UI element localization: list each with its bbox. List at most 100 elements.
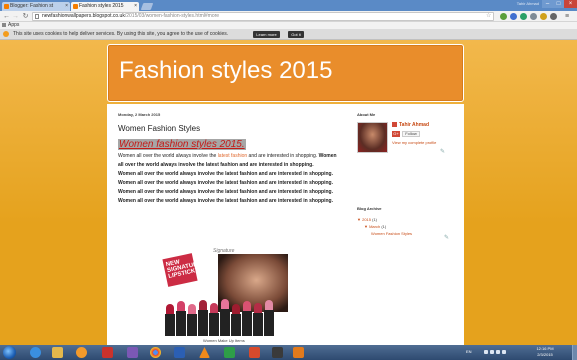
content-area: Monday, 2 March 2015 Women Fashion Style… — [107, 104, 464, 345]
triangle-down-icon: ▼ — [364, 224, 368, 229]
language-indicator[interactable]: EN — [466, 349, 472, 354]
blog-header: Fashion styles 2015 — [107, 44, 464, 102]
lipstick — [231, 304, 241, 336]
blog-archive-title: Blog Archive — [357, 206, 382, 211]
extension-icon[interactable] — [510, 13, 517, 20]
body-line: Women all over the world always involve … — [118, 180, 333, 187]
cookie-notice: This site uses cookies to help deliver s… — [0, 29, 577, 40]
page-icon — [35, 14, 39, 19]
bookmark-star-icon[interactable]: ☆ — [486, 12, 491, 21]
xampp-icon[interactable] — [293, 347, 304, 358]
extension-icon[interactable] — [540, 13, 547, 20]
wrench-icon[interactable]: ✎ — [440, 149, 446, 155]
extension-icon[interactable] — [520, 13, 527, 20]
blogger-icon — [73, 4, 78, 9]
avatar[interactable] — [357, 122, 388, 153]
word-icon[interactable] — [174, 347, 185, 358]
forward-button[interactable]: → — [11, 12, 20, 21]
archive-month[interactable]: ▼ March (1) — [364, 224, 386, 229]
tab-blogger[interactable]: Blogger: Fashion st × — [2, 2, 70, 11]
volume-icon[interactable] — [496, 350, 500, 354]
clock[interactable]: 12:16 PM 2/3/2015 — [530, 346, 560, 358]
latest-fashion-link[interactable]: latest fashion — [218, 153, 247, 159]
app-icon[interactable] — [249, 347, 260, 358]
apps-link[interactable]: Apps — [8, 22, 19, 28]
lipstick — [220, 299, 230, 336]
wrench-icon[interactable]: ✎ — [444, 235, 450, 241]
vlc-icon[interactable] — [199, 347, 210, 358]
chrome-icon[interactable] — [150, 347, 161, 358]
extension-icon[interactable] — [500, 13, 507, 20]
blogger-icon — [4, 4, 9, 9]
about-me-title: About Me — [357, 112, 376, 117]
start-button[interactable] — [3, 346, 16, 359]
intro-text: Women all over the world always involve … — [118, 153, 218, 159]
google-plus-icon — [392, 122, 397, 127]
archive-year[interactable]: ▼ 2015 (1) — [357, 217, 377, 222]
tray-icon[interactable] — [484, 350, 488, 354]
follow-button[interactable]: Follow — [402, 131, 420, 137]
url-path: /2015/03/women-fashion-styles.html#more — [124, 13, 220, 19]
app-icon[interactable] — [272, 347, 283, 358]
show-desktop-button[interactable] — [572, 345, 577, 360]
close-window-button[interactable]: × — [564, 0, 577, 8]
archive-month-label[interactable]: March — [369, 224, 380, 229]
lipstick — [242, 301, 252, 336]
lipstick — [176, 301, 186, 336]
filezilla-icon[interactable] — [102, 347, 113, 358]
lipstick — [165, 304, 175, 336]
minimize-button[interactable]: – — [542, 0, 553, 8]
archive-month-count: (1) — [381, 224, 387, 229]
intro-text: and are interested in shopping. — [247, 153, 318, 159]
lipstick — [198, 300, 208, 336]
blog-title[interactable]: Fashion styles 2015 — [119, 57, 332, 85]
post-heading: Women fashion styles 2015. — [118, 139, 246, 150]
browser-toolbar: ← → ↻ newfashionwallpapers.blogspot.co.u… — [0, 11, 577, 22]
extension-icon[interactable] — [530, 13, 537, 20]
lipstick — [187, 304, 197, 336]
extension-icon[interactable] — [550, 13, 557, 20]
user-name[interactable]: Tahir Ahmad — [517, 1, 539, 6]
lipstick-ad-image[interactable]: NEW SIGNATURE LIPSTICK Signature Women M… — [162, 244, 289, 344]
tab-label: Blogger: Fashion st — [10, 3, 54, 9]
lipstick-row — [165, 299, 285, 336]
bookmarks-bar: Apps — [0, 22, 577, 29]
media-player-icon[interactable] — [76, 347, 87, 358]
file-explorer-icon[interactable] — [52, 347, 63, 358]
post-date: Monday, 2 March 2015 — [118, 112, 161, 117]
close-icon[interactable]: × — [65, 2, 68, 11]
menu-icon[interactable]: ≡ — [565, 12, 569, 21]
lipstick — [209, 303, 219, 336]
system-tray[interactable] — [484, 350, 514, 355]
lipstick — [264, 300, 274, 336]
new-tab-button[interactable] — [140, 3, 154, 10]
post-title[interactable]: Women Fashion Styles — [118, 124, 200, 133]
view-profile-link[interactable]: View my complete profile — [392, 140, 436, 145]
address-bar[interactable]: newfashionwallpapers.blogspot.co.uk/2015… — [32, 12, 494, 21]
profile-name-link[interactable]: Tahir Ahmad — [399, 122, 429, 128]
lipstick — [253, 303, 263, 336]
archive-post-link[interactable]: Women Fashion Styles — [371, 231, 412, 236]
taskbar: EN 12:16 PM 2/3/2015 — [0, 345, 577, 360]
flag-icon[interactable] — [502, 350, 506, 354]
visual-studio-icon[interactable] — [127, 347, 138, 358]
image-caption: Women Make Up Items — [203, 338, 245, 343]
reload-button[interactable]: ↻ — [21, 12, 30, 21]
learn-more-button[interactable]: Learn more — [253, 31, 280, 38]
post-body: Women all over the world always involve … — [118, 152, 338, 207]
cookie-text: This site uses cookies to help deliver s… — [13, 31, 229, 37]
close-icon[interactable]: × — [134, 2, 137, 11]
got-it-button[interactable]: Got it — [288, 31, 304, 38]
body-line: Women all over the world always involve … — [118, 189, 333, 196]
app-icon[interactable] — [224, 347, 235, 358]
back-button[interactable]: ← — [2, 12, 11, 21]
tab-fashion-styles[interactable]: Fashion styles 2015 × — [71, 2, 139, 11]
archive-year-label[interactable]: 2015 — [362, 217, 371, 222]
internet-explorer-icon[interactable] — [30, 347, 41, 358]
info-icon — [3, 31, 9, 37]
network-icon[interactable] — [490, 350, 494, 354]
body-line: Women all over the world always involve … — [118, 171, 333, 178]
maximize-button[interactable]: □ — [553, 0, 564, 8]
url-host: newfashionwallpapers.blogspot.co.uk — [42, 13, 125, 19]
google-plus-button[interactable]: G+ — [392, 131, 400, 137]
